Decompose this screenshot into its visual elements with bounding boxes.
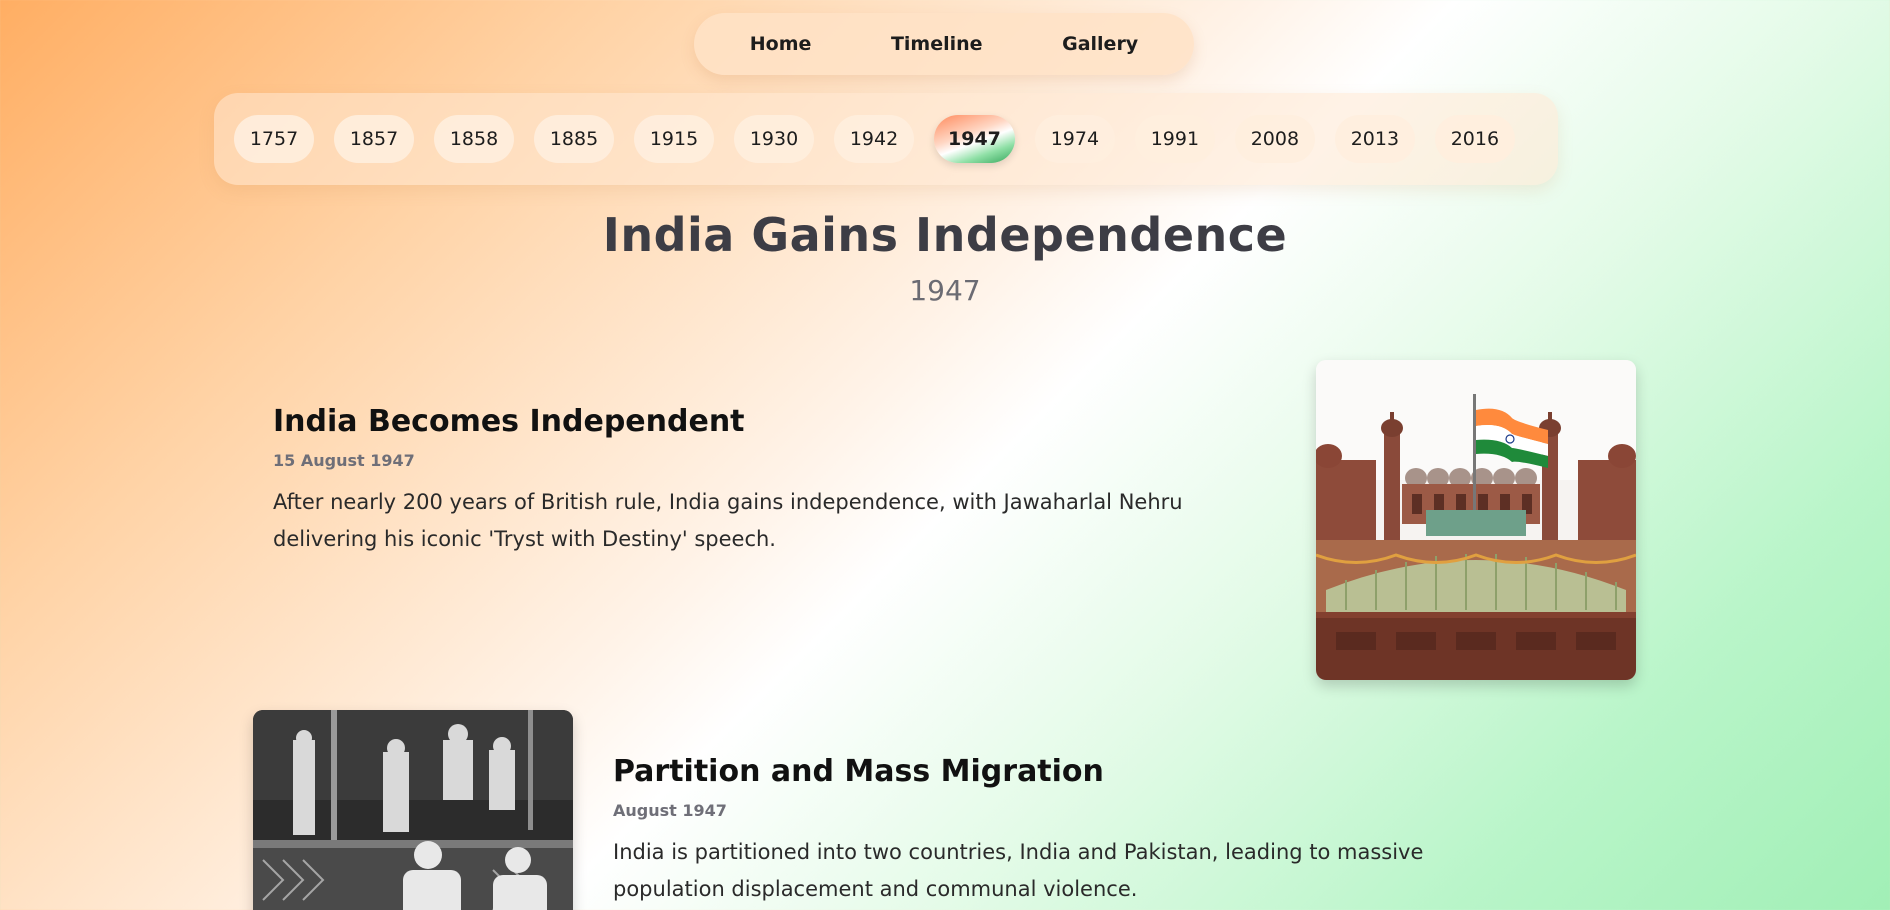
event-description: India is partitioned into two countries,… [613,840,1424,901]
red-fort-flag-image [1316,360,1636,680]
year-selector: 1757 1857 1858 1885 1915 1930 1942 1947 … [214,93,1558,185]
event-date: 15 August 1947 [273,451,415,470]
event-card-partition: Partition and Mass Migration August 1947… [613,754,1513,908]
event-title: Partition and Mass Migration [613,754,1104,789]
page-title: India Gains Independence [602,208,1288,262]
year-pill-2008[interactable]: 2008 [1234,115,1315,163]
year-pill-1942[interactable]: 1942 [834,115,914,163]
year-pill-1930[interactable]: 1930 [734,115,814,163]
event-date: August 1947 [613,801,727,820]
page-year-subtitle: 1947 [909,274,981,307]
event-description: After nearly 200 years of British rule, … [273,490,1183,551]
year-pill-1974[interactable]: 1974 [1034,115,1115,163]
nav-timeline-link[interactable]: Timeline [873,25,1001,63]
year-pill-2013[interactable]: 2013 [1334,115,1415,163]
nav-gallery-link[interactable]: Gallery [1044,25,1156,63]
top-nav: Home Timeline Gallery [694,13,1194,75]
event-title: India Becomes Independent [273,404,745,439]
event-card-independence: India Becomes Independent 15 August 1947… [273,404,1273,558]
year-pill-1915[interactable]: 1915 [634,115,714,163]
year-pill-1858[interactable]: 1858 [434,115,514,163]
year-pill-1857[interactable]: 1857 [334,115,414,163]
year-pill-1885[interactable]: 1885 [534,115,614,163]
year-pill-1947-selected[interactable]: 1947 [934,115,1015,163]
nav-home-link[interactable]: Home [732,25,830,63]
year-pill-2016[interactable]: 2016 [1434,115,1515,163]
year-pill-1991[interactable]: 1991 [1134,115,1215,163]
partition-historical-photo [253,710,573,910]
year-pill-1757[interactable]: 1757 [234,115,314,163]
